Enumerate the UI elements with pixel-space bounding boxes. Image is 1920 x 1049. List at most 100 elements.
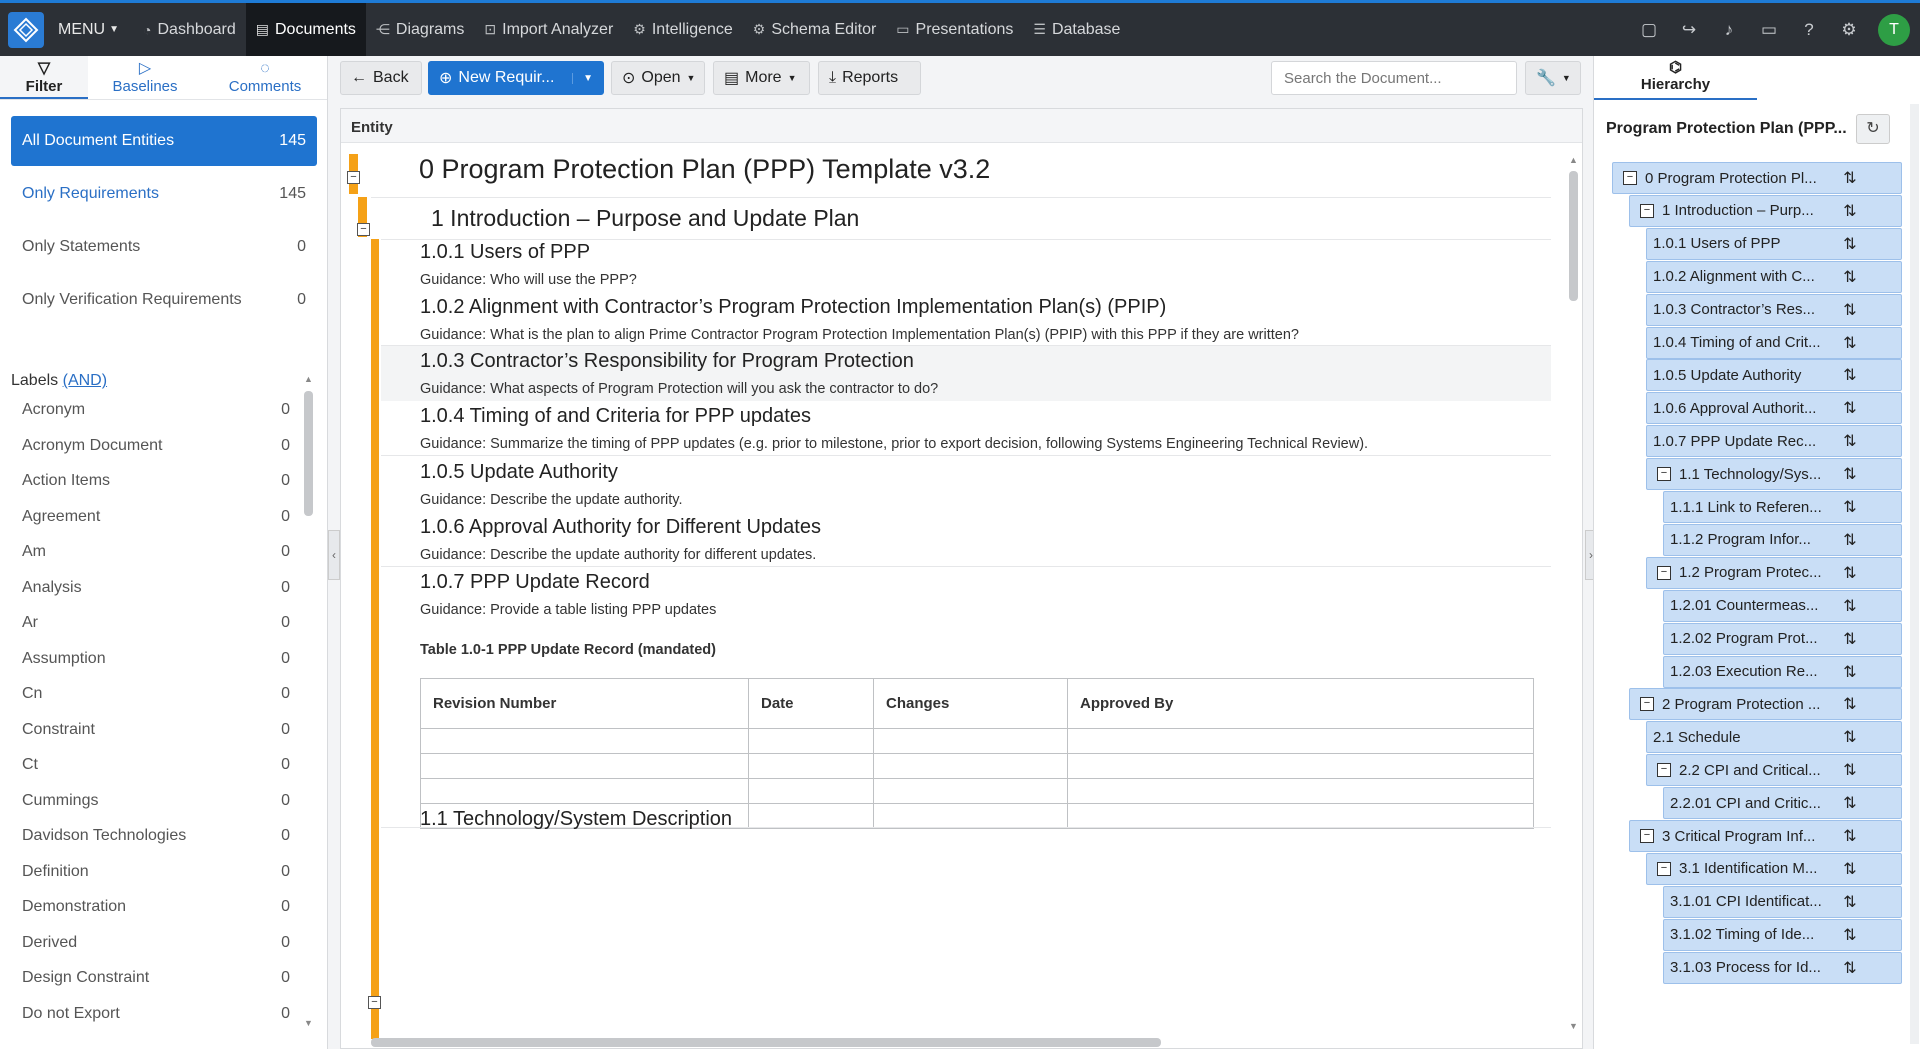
- tools-button[interactable]: 🔧 ▼: [1525, 61, 1581, 95]
- tree-node[interactable]: 1.2.02 Program Prot... ⇅: [1663, 622, 1902, 655]
- tree-node[interactable]: 1.2.01 Countermeas... ⇅: [1663, 589, 1902, 622]
- nav-schema-editor[interactable]: ⚙ Schema Editor: [743, 3, 887, 56]
- share-icon[interactable]: ↪: [1678, 20, 1700, 40]
- collapse-icon[interactable]: −: [1640, 697, 1654, 712]
- table-cell[interactable]: [420, 728, 749, 754]
- reorder-icon[interactable]: ⇅: [1839, 497, 1861, 517]
- collapse-icon[interactable]: −: [1657, 861, 1671, 876]
- refresh-button[interactable]: ↻: [1856, 114, 1890, 144]
- main-menu-button[interactable]: MENU ▼: [58, 21, 119, 39]
- reorder-icon[interactable]: ⇅: [1839, 464, 1861, 484]
- label-filter-item[interactable]: Derived 0: [22, 925, 290, 961]
- scroll-up-icon[interactable]: ▲: [1569, 155, 1578, 165]
- table-cell[interactable]: [1067, 803, 1534, 829]
- back-button[interactable]: ← Back: [340, 61, 422, 95]
- tree-node[interactable]: 3.1.03 Process for Id... ⇅: [1663, 951, 1902, 984]
- label-filter-item[interactable]: Ar 0: [22, 605, 290, 641]
- reorder-icon[interactable]: ⇅: [1839, 727, 1861, 747]
- tree-node[interactable]: 1.0.4 Timing of and Crit... ⇅: [1646, 326, 1902, 359]
- label-filter-item[interactable]: Acronym 0: [22, 392, 290, 428]
- tree-node[interactable]: −1.2 Program Protec... ⇅: [1646, 556, 1902, 589]
- reorder-icon[interactable]: ⇅: [1839, 431, 1861, 451]
- scroll-down-icon[interactable]: ▼: [304, 1018, 313, 1028]
- tree-node[interactable]: 1.0.5 Update Authority ⇅: [1646, 359, 1902, 392]
- tree-node[interactable]: 1.1.1 Link to Referen... ⇅: [1663, 491, 1902, 523]
- label-filter-item[interactable]: Do not Export 0: [22, 996, 290, 1032]
- collapse-icon[interactable]: −: [368, 996, 381, 1009]
- reorder-icon[interactable]: ⇅: [1839, 267, 1861, 287]
- collapse-icon[interactable]: −: [1657, 467, 1671, 482]
- more-button[interactable]: ▤ More ▼: [713, 61, 810, 95]
- section-title[interactable]: 1.0.2 Alignment with Contractor’s Progra…: [420, 296, 1166, 319]
- hierarchy-scrollbar[interactable]: [1910, 104, 1919, 1044]
- section-title[interactable]: 1.0.3 Contractor’s Responsibility for Pr…: [420, 350, 914, 373]
- tree-node[interactable]: 2.2.01 CPI and Critic... ⇅: [1663, 787, 1902, 820]
- tree-node[interactable]: 3.1.02 Timing of Ide... ⇅: [1663, 918, 1902, 951]
- reorder-icon[interactable]: ⇅: [1839, 925, 1861, 945]
- collapse-icon[interactable]: −: [1657, 763, 1671, 778]
- tree-node[interactable]: −3.1 Identification M... ⇅: [1646, 852, 1902, 885]
- tree-node[interactable]: −2.2 CPI and Critical... ⇅: [1646, 754, 1902, 787]
- reorder-icon[interactable]: ⇅: [1839, 958, 1861, 978]
- collapse-icon[interactable]: −: [1640, 203, 1654, 218]
- reorder-icon[interactable]: ⇅: [1839, 662, 1861, 682]
- document-horizontal-scrollbar[interactable]: [371, 1038, 1161, 1047]
- tree-node[interactable]: 1.0.3 Contractor’s Res... ⇅: [1646, 293, 1902, 326]
- reorder-icon[interactable]: ⇅: [1839, 760, 1861, 780]
- tree-node[interactable]: −3 Critical Program Inf... ⇅: [1629, 820, 1902, 852]
- reorder-icon[interactable]: ⇅: [1839, 694, 1861, 714]
- reorder-icon[interactable]: ⇅: [1839, 398, 1861, 418]
- tab-baselines[interactable]: ▷ Baselines: [88, 56, 202, 99]
- scroll-down-icon[interactable]: ▼: [1569, 1021, 1578, 1031]
- document-title[interactable]: 0 Program Protection Plan (PPP) Template…: [419, 154, 990, 185]
- label-filter-item[interactable]: Action Items 0: [22, 463, 290, 499]
- label-filter-item[interactable]: Design Constraint 0: [22, 960, 290, 996]
- labels-mode-link[interactable]: (AND): [63, 372, 107, 389]
- tree-node[interactable]: −1.1 Technology/Sys... ⇅: [1646, 458, 1902, 491]
- collapse-icon[interactable]: −: [357, 223, 370, 236]
- collapse-icon[interactable]: −: [1640, 829, 1654, 843]
- reports-button[interactable]: ⤓ Reports: [818, 61, 921, 95]
- filter-only-verification[interactable]: Only Verification Requirements 0: [11, 275, 317, 325]
- app-logo[interactable]: [8, 11, 44, 48]
- tree-node[interactable]: 1.0.6 Approval Authorit... ⇅: [1646, 392, 1902, 425]
- collapse-icon[interactable]: −: [1623, 171, 1637, 185]
- reorder-icon[interactable]: ⇅: [1839, 201, 1861, 221]
- nav-documents[interactable]: ▤ Documents: [245, 3, 366, 56]
- label-filter-item[interactable]: Agreement 0: [22, 499, 290, 535]
- tree-node[interactable]: 1.1.2 Program Infor... ⇅: [1663, 523, 1902, 556]
- reorder-icon[interactable]: ⇅: [1839, 333, 1861, 353]
- table-cell[interactable]: [748, 753, 874, 779]
- reorder-icon[interactable]: ⇅: [1839, 563, 1861, 583]
- nav-database[interactable]: ☰ Database: [1023, 3, 1130, 56]
- filter-all-entities[interactable]: All Document Entities 145: [11, 116, 317, 166]
- label-filter-item[interactable]: Ct 0: [22, 747, 290, 783]
- tree-node[interactable]: −0 Program Protection Pl... ⇅: [1612, 162, 1902, 194]
- label-filter-item[interactable]: Definition 0: [22, 854, 290, 890]
- label-filter-item[interactable]: Cn 0: [22, 676, 290, 712]
- tree-node[interactable]: 1.0.2 Alignment with C... ⇅: [1646, 260, 1902, 293]
- reorder-icon[interactable]: ⇅: [1839, 892, 1861, 912]
- reorder-icon[interactable]: ⇅: [1839, 596, 1861, 616]
- table-cell[interactable]: [873, 778, 1068, 804]
- table-cell[interactable]: [1067, 778, 1534, 804]
- document-search-input[interactable]: Search the Document...: [1271, 61, 1517, 95]
- reorder-icon[interactable]: ⇅: [1839, 168, 1861, 188]
- table-cell[interactable]: [1067, 753, 1534, 779]
- nav-presentations[interactable]: ▭ Presentations: [886, 3, 1023, 56]
- collapse-left-panel[interactable]: ‹: [328, 530, 340, 580]
- reorder-icon[interactable]: ⇅: [1839, 365, 1861, 385]
- table-cell[interactable]: [873, 753, 1068, 779]
- tab-filter[interactable]: ▽ Filter: [0, 56, 88, 99]
- section-title[interactable]: 1.1 Technology/System Description: [420, 808, 732, 831]
- table-cell[interactable]: [748, 803, 874, 829]
- label-filter-item[interactable]: Cummings 0: [22, 783, 290, 819]
- table-cell[interactable]: [1067, 728, 1534, 754]
- section-title[interactable]: 1.0.5 Update Authority: [420, 461, 618, 484]
- label-filter-item[interactable]: Am 0: [22, 534, 290, 570]
- nav-dashboard[interactable]: ◔ Dashboard: [133, 3, 246, 56]
- nav-intelligence[interactable]: ⚙ Intelligence: [623, 3, 743, 56]
- tree-node[interactable]: −1 Introduction – Purp... ⇅: [1629, 194, 1902, 227]
- section-title[interactable]: 1.0.4 Timing of and Criteria for PPP upd…: [420, 405, 811, 428]
- open-button[interactable]: ⊙ Open ▼: [611, 61, 705, 95]
